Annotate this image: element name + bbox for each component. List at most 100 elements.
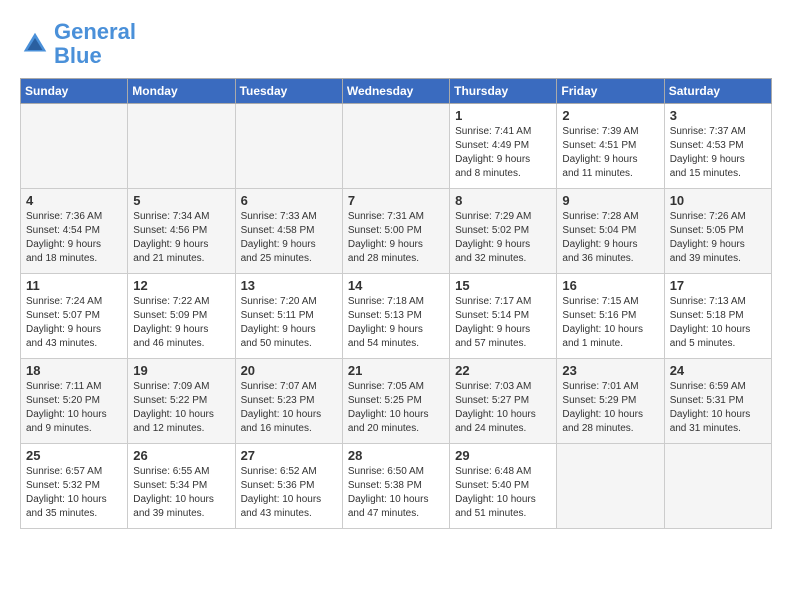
calendar-cell: 4 Sunrise: 7:36 AM Sunset: 4:54 PM Daylig… — [21, 189, 128, 274]
calendar-cell: 19 Sunrise: 7:09 AM Sunset: 5:22 PM Dayli… — [128, 359, 235, 444]
day-number: 10 — [670, 193, 766, 208]
day-number: 6 — [241, 193, 337, 208]
calendar-cell: 22 Sunrise: 7:03 AM Sunset: 5:27 PM Dayli… — [450, 359, 557, 444]
calendar-cell: 27Sunrise: 6:52 AM Sunset: 5:36 PM Dayli… — [235, 444, 342, 529]
cell-info: Sunrise: 7:28 AM Sunset: 5:04 PM Dayligh… — [562, 210, 658, 266]
cell-info: Sunrise: 7:20 AM Sunset: 5:11 PM Dayligh… — [241, 295, 337, 351]
calendar-cell: 16 Sunrise: 7:15 AM Sunset: 5:16 PM Dayli… — [557, 274, 664, 359]
day-number: 15 — [455, 278, 551, 293]
cell-info: Sunrise: 7:15 AM Sunset: 5:16 PM Dayligh… — [562, 295, 658, 351]
day-number: 25 — [26, 448, 122, 463]
day-number: 11 — [26, 278, 122, 293]
day-number: 23 — [562, 363, 658, 378]
cell-info: Sunrise: 7:03 AM Sunset: 5:27 PM Dayligh… — [455, 380, 551, 436]
calendar-cell: 12 Sunrise: 7:22 AM Sunset: 5:09 PM Dayli… — [128, 274, 235, 359]
day-number: 4 — [26, 193, 122, 208]
calendar-cell: 9 Sunrise: 7:28 AM Sunset: 5:04 PM Daylig… — [557, 189, 664, 274]
calendar-cell: 25Sunrise: 6:57 AM Sunset: 5:32 PM Dayli… — [21, 444, 128, 529]
cell-info: Sunrise: 7:37 AM Sunset: 4:53 PM Dayligh… — [670, 125, 766, 181]
calendar-cell: 10 Sunrise: 7:26 AM Sunset: 5:05 PM Dayli… — [664, 189, 771, 274]
day-number: 12 — [133, 278, 229, 293]
calendar-cell: 8 Sunrise: 7:29 AM Sunset: 5:02 PM Daylig… — [450, 189, 557, 274]
weekday-header-sunday: Sunday — [21, 79, 128, 104]
day-number: 14 — [348, 278, 444, 293]
cell-info: Sunrise: 7:24 AM Sunset: 5:07 PM Dayligh… — [26, 295, 122, 351]
day-number: 9 — [562, 193, 658, 208]
calendar-cell — [21, 104, 128, 189]
calendar-cell: 26 Sunrise: 6:55 AM Sunset: 5:34 PM Dayli… — [128, 444, 235, 529]
weekday-header-thursday: Thursday — [450, 79, 557, 104]
cell-info: Sunrise: 6:55 AM Sunset: 5:34 PM Dayligh… — [133, 465, 229, 521]
calendar-week-row: 11 Sunrise: 7:24 AM Sunset: 5:07 PM Dayli… — [21, 274, 772, 359]
calendar-cell: 28Sunrise: 6:50 AM Sunset: 5:38 PM Dayli… — [342, 444, 449, 529]
day-number: 8 — [455, 193, 551, 208]
weekday-header-tuesday: Tuesday — [235, 79, 342, 104]
calendar-cell: 17 Sunrise: 7:13 AM Sunset: 5:18 PM Dayli… — [664, 274, 771, 359]
calendar-cell — [664, 444, 771, 529]
day-number: 5 — [133, 193, 229, 208]
day-number: 7 — [348, 193, 444, 208]
day-number: 26 — [133, 448, 229, 463]
day-number: 2 — [562, 108, 658, 123]
calendar-cell: 23 Sunrise: 7:01 AM Sunset: 5:29 PM Dayli… — [557, 359, 664, 444]
calendar-cell — [128, 104, 235, 189]
day-number: 19 — [133, 363, 229, 378]
cell-info: Sunrise: 7:31 AM Sunset: 5:00 PM Dayligh… — [348, 210, 444, 266]
cell-info: Sunrise: 7:41 AM Sunset: 4:49 PM Dayligh… — [455, 125, 551, 181]
cell-info: Sunrise: 7:39 AM Sunset: 4:51 PM Dayligh… — [562, 125, 658, 181]
calendar-week-row: 4 Sunrise: 7:36 AM Sunset: 4:54 PM Daylig… — [21, 189, 772, 274]
day-number: 3 — [670, 108, 766, 123]
calendar-cell — [342, 104, 449, 189]
cell-info: Sunrise: 7:18 AM Sunset: 5:13 PM Dayligh… — [348, 295, 444, 351]
cell-info: Sunrise: 7:09 AM Sunset: 5:22 PM Dayligh… — [133, 380, 229, 436]
day-number: 18 — [26, 363, 122, 378]
cell-info: Sunrise: 7:13 AM Sunset: 5:18 PM Dayligh… — [670, 295, 766, 351]
calendar-cell: 3 Sunrise: 7:37 AM Sunset: 4:53 PM Daylig… — [664, 104, 771, 189]
day-number: 1 — [455, 108, 551, 123]
calendar-cell: 6 Sunrise: 7:33 AM Sunset: 4:58 PM Daylig… — [235, 189, 342, 274]
calendar-cell: 15Sunrise: 7:17 AM Sunset: 5:14 PM Dayli… — [450, 274, 557, 359]
weekday-header-monday: Monday — [128, 79, 235, 104]
cell-info: Sunrise: 7:05 AM Sunset: 5:25 PM Dayligh… — [348, 380, 444, 436]
cell-info: Sunrise: 7:11 AM Sunset: 5:20 PM Dayligh… — [26, 380, 122, 436]
calendar-cell: 13 Sunrise: 7:20 AM Sunset: 5:11 PM Dayli… — [235, 274, 342, 359]
cell-info: Sunrise: 6:48 AM Sunset: 5:40 PM Dayligh… — [455, 465, 551, 521]
page-header: General Blue — [20, 20, 772, 68]
day-number: 29 — [455, 448, 551, 463]
weekday-header-row: SundayMondayTuesdayWednesdayThursdayFrid… — [21, 79, 772, 104]
day-number: 17 — [670, 278, 766, 293]
day-number: 21 — [348, 363, 444, 378]
day-number: 20 — [241, 363, 337, 378]
calendar-table: SundayMondayTuesdayWednesdayThursdayFrid… — [20, 78, 772, 529]
cell-info: Sunrise: 7:26 AM Sunset: 5:05 PM Dayligh… — [670, 210, 766, 266]
calendar-cell: 5 Sunrise: 7:34 AM Sunset: 4:56 PM Daylig… — [128, 189, 235, 274]
cell-info: Sunrise: 7:29 AM Sunset: 5:02 PM Dayligh… — [455, 210, 551, 266]
logo: General Blue — [20, 20, 136, 68]
logo-text: General Blue — [54, 20, 136, 68]
weekday-header-saturday: Saturday — [664, 79, 771, 104]
calendar-cell: 18 Sunrise: 7:11 AM Sunset: 5:20 PM Dayli… — [21, 359, 128, 444]
calendar-week-row: 1 Sunrise: 7:41 AM Sunset: 4:49 PM Daylig… — [21, 104, 772, 189]
weekday-header-wednesday: Wednesday — [342, 79, 449, 104]
cell-info: Sunrise: 7:22 AM Sunset: 5:09 PM Dayligh… — [133, 295, 229, 351]
calendar-week-row: 25Sunrise: 6:57 AM Sunset: 5:32 PM Dayli… — [21, 444, 772, 529]
calendar-cell: 11 Sunrise: 7:24 AM Sunset: 5:07 PM Dayli… — [21, 274, 128, 359]
cell-info: Sunrise: 6:50 AM Sunset: 5:38 PM Dayligh… — [348, 465, 444, 521]
cell-info: Sunrise: 7:33 AM Sunset: 4:58 PM Dayligh… — [241, 210, 337, 266]
cell-info: Sunrise: 7:01 AM Sunset: 5:29 PM Dayligh… — [562, 380, 658, 436]
calendar-cell: 20 Sunrise: 7:07 AM Sunset: 5:23 PM Dayli… — [235, 359, 342, 444]
day-number: 22 — [455, 363, 551, 378]
day-number: 16 — [562, 278, 658, 293]
calendar-cell: 21 Sunrise: 7:05 AM Sunset: 5:25 PM Dayli… — [342, 359, 449, 444]
logo-icon — [20, 29, 50, 59]
cell-info: Sunrise: 7:34 AM Sunset: 4:56 PM Dayligh… — [133, 210, 229, 266]
day-number: 13 — [241, 278, 337, 293]
cell-info: Sunrise: 6:59 AM Sunset: 5:31 PM Dayligh… — [670, 380, 766, 436]
cell-info: Sunrise: 7:07 AM Sunset: 5:23 PM Dayligh… — [241, 380, 337, 436]
calendar-cell — [557, 444, 664, 529]
calendar-cell: 24Sunrise: 6:59 AM Sunset: 5:31 PM Dayli… — [664, 359, 771, 444]
cell-info: Sunrise: 7:36 AM Sunset: 4:54 PM Dayligh… — [26, 210, 122, 266]
calendar-cell: 2 Sunrise: 7:39 AM Sunset: 4:51 PM Daylig… — [557, 104, 664, 189]
calendar-cell: 7 Sunrise: 7:31 AM Sunset: 5:00 PM Daylig… — [342, 189, 449, 274]
day-number: 27 — [241, 448, 337, 463]
